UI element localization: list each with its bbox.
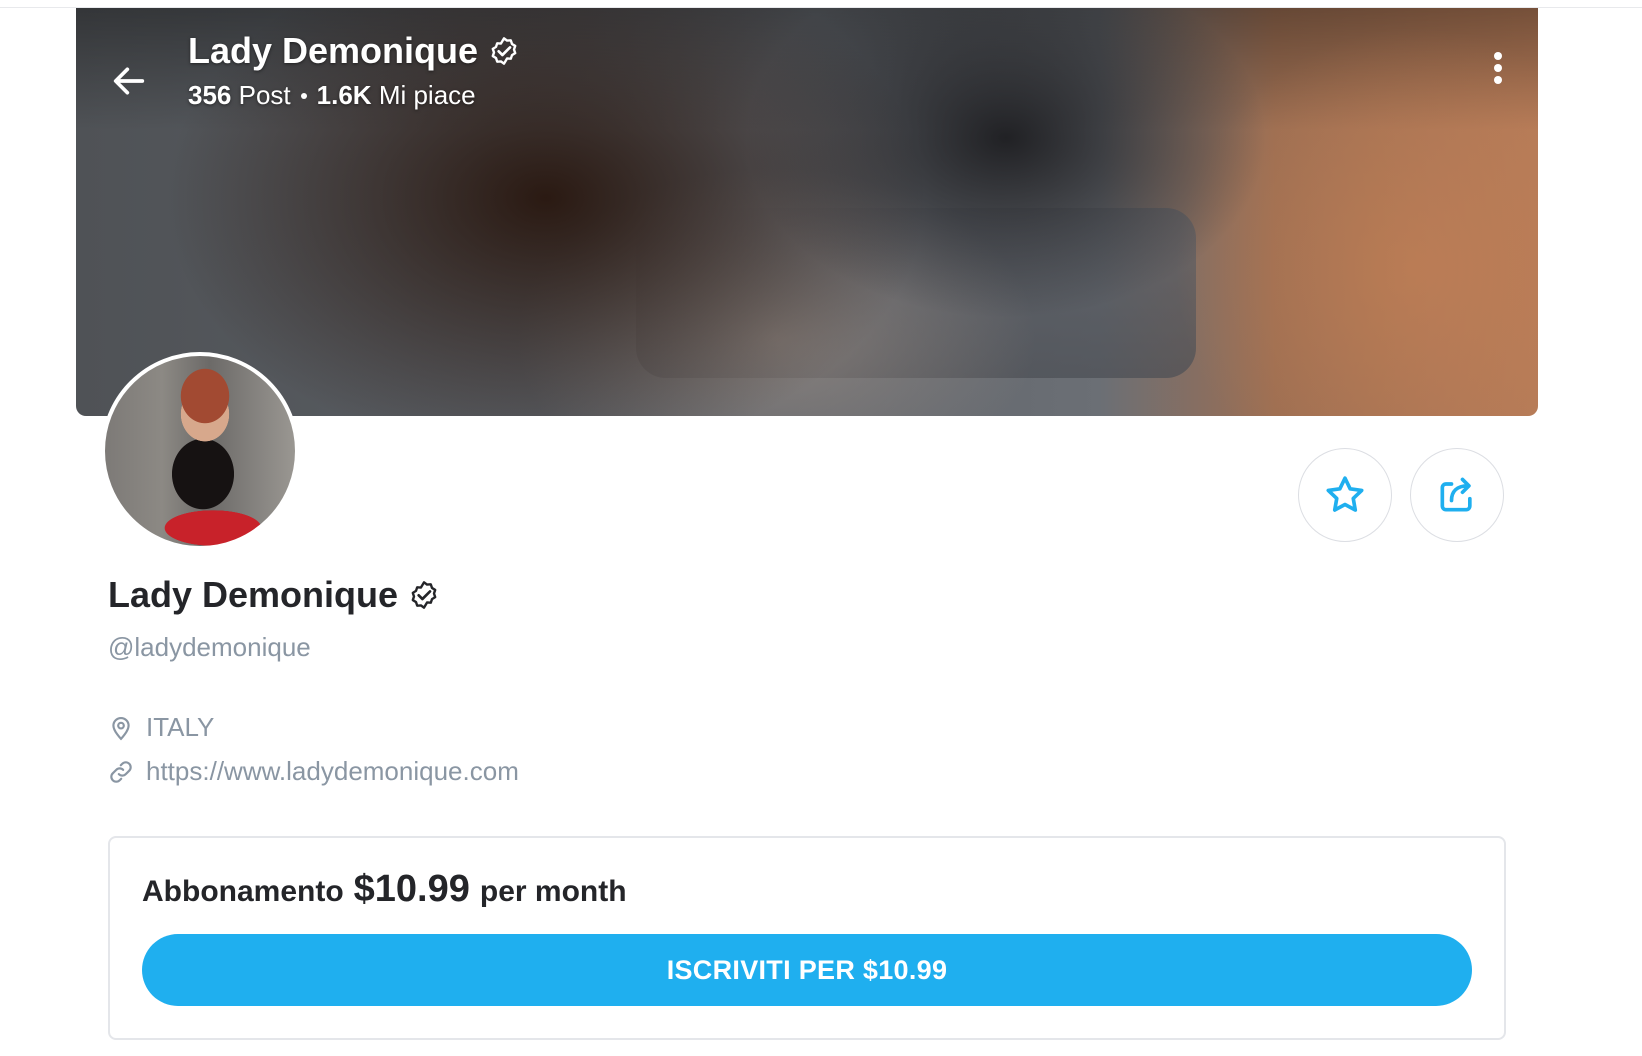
- subscription-price: $10.99: [353, 868, 470, 910]
- stats-separator: [300, 92, 307, 99]
- cover-stats: 356 Post 1.6K Mi piace: [188, 80, 476, 111]
- subscription-summary: Abbonamento $10.99 per month: [142, 868, 627, 911]
- verified-icon: [491, 37, 517, 65]
- website-row[interactable]: https://www.ladydemonique.com: [108, 756, 519, 787]
- back-button[interactable]: [84, 36, 174, 126]
- profile-name-row: Lady Demonique: [108, 574, 440, 616]
- location-pin-icon: [112, 716, 130, 740]
- profile-name: Lady Demonique: [108, 574, 399, 615]
- likes-label: Mi piace: [378, 80, 476, 110]
- subscription-card: Abbonamento $10.99 per month ISCRIVITI P…: [108, 836, 1506, 1040]
- profile-page: Lady Demonique 356 Post 1.6K Mi piace La…: [0, 0, 1642, 1056]
- location-row: ITALY: [108, 712, 214, 743]
- website-link[interactable]: https://www.ladydemonique.com: [146, 756, 519, 787]
- likes-count: 1.6K: [316, 80, 372, 110]
- posts-label: Post: [238, 80, 291, 110]
- subscription-label: Abbonamento: [142, 875, 344, 908]
- subscription-period: per month: [479, 875, 627, 908]
- cover-header: Lady Demonique: [188, 30, 520, 72]
- favorite-button[interactable]: [1298, 448, 1392, 542]
- cover-image: Lady Demonique 356 Post 1.6K Mi piace: [76, 8, 1538, 416]
- share-icon: [1440, 477, 1472, 512]
- more-vertical-icon: [1494, 52, 1502, 84]
- more-options-button[interactable]: [1478, 38, 1518, 98]
- subscribe-button[interactable]: ISCRIVITI PER $10.99: [142, 934, 1472, 1006]
- verified-icon: [411, 581, 437, 609]
- cover-title: Lady Demonique: [188, 30, 479, 71]
- location-text: ITALY: [146, 712, 215, 742]
- back-arrow-icon: [113, 67, 145, 95]
- share-button[interactable]: [1410, 448, 1504, 542]
- link-icon: [110, 760, 132, 783]
- avatar[interactable]: [101, 352, 299, 550]
- top-divider: [0, 0, 1642, 8]
- star-icon: [1326, 476, 1364, 512]
- posts-count: 356: [188, 80, 232, 110]
- profile-username: @ladydemonique: [108, 632, 311, 662]
